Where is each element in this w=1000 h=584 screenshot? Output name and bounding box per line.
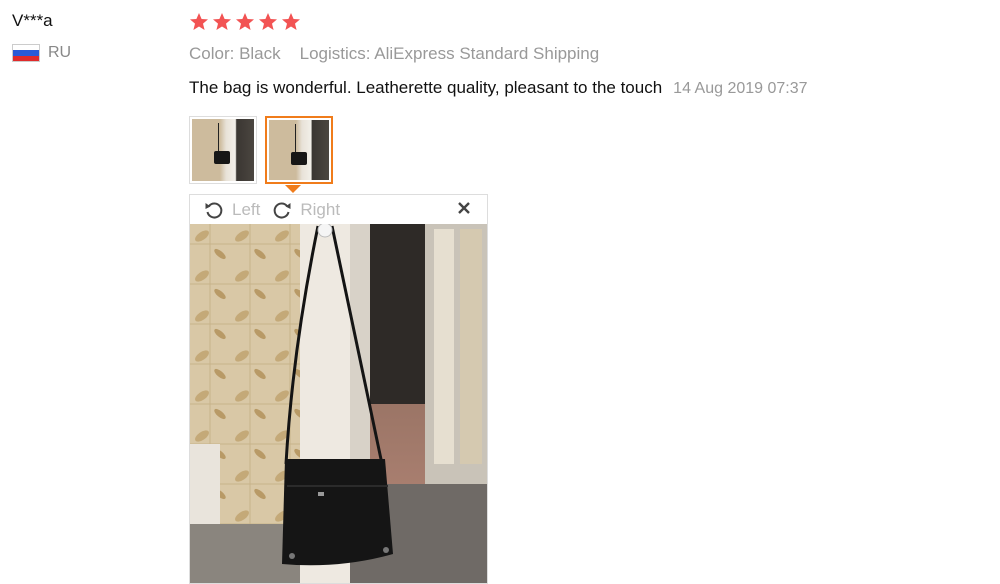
- rotate-right-button[interactable]: Right: [272, 200, 340, 220]
- color-attribute: Color: Black: [189, 44, 281, 63]
- review-thumbnail-2[interactable]: [265, 116, 333, 184]
- image-viewer: Left Right: [189, 194, 488, 584]
- rotate-left-label: Left: [232, 199, 261, 219]
- review-timestamp: 14 Aug 2019 07:37: [673, 80, 808, 97]
- review-body: Color: Black Logistics: AliExpress Stand…: [189, 10, 989, 98]
- review-thumbnail-1[interactable]: [189, 116, 257, 184]
- reviewer-name: V***a: [12, 11, 53, 30]
- selected-thumbnail-pointer: [285, 185, 301, 193]
- reviewer-info: V***a RU: [12, 10, 172, 62]
- review-feedback: The bag is wonderful. Leatherette qualit…: [189, 78, 989, 98]
- review-photo[interactable]: [190, 224, 487, 583]
- logistics-attribute: Logistics: AliExpress Standard Shipping: [299, 44, 600, 63]
- country-code: RU: [48, 44, 72, 61]
- star-icon: [213, 13, 231, 30]
- review-meta: Color: Black Logistics: AliExpress Stand…: [189, 44, 989, 64]
- bag-photo-image: [190, 224, 487, 583]
- rotate-left-icon: [205, 202, 223, 218]
- star-icon: [282, 13, 300, 30]
- russia-flag-icon: [12, 44, 40, 62]
- star-icon: [190, 13, 208, 30]
- rotate-right-icon: [274, 202, 291, 218]
- thumbnail-image: [192, 119, 254, 181]
- reviewer-country: RU: [12, 44, 172, 62]
- review-thumbnails: [189, 116, 333, 184]
- viewer-toolbar: Left Right: [190, 195, 487, 224]
- thumbnail-image: [269, 120, 329, 180]
- review-text: The bag is wonderful. Leatherette qualit…: [189, 78, 663, 97]
- star-icon: [259, 13, 277, 30]
- close-icon[interactable]: [457, 201, 471, 215]
- rotate-left-button[interactable]: Left: [204, 200, 260, 220]
- star-rating: [189, 10, 989, 34]
- rotate-right-label: Right: [300, 199, 341, 219]
- star-icon: [236, 13, 254, 30]
